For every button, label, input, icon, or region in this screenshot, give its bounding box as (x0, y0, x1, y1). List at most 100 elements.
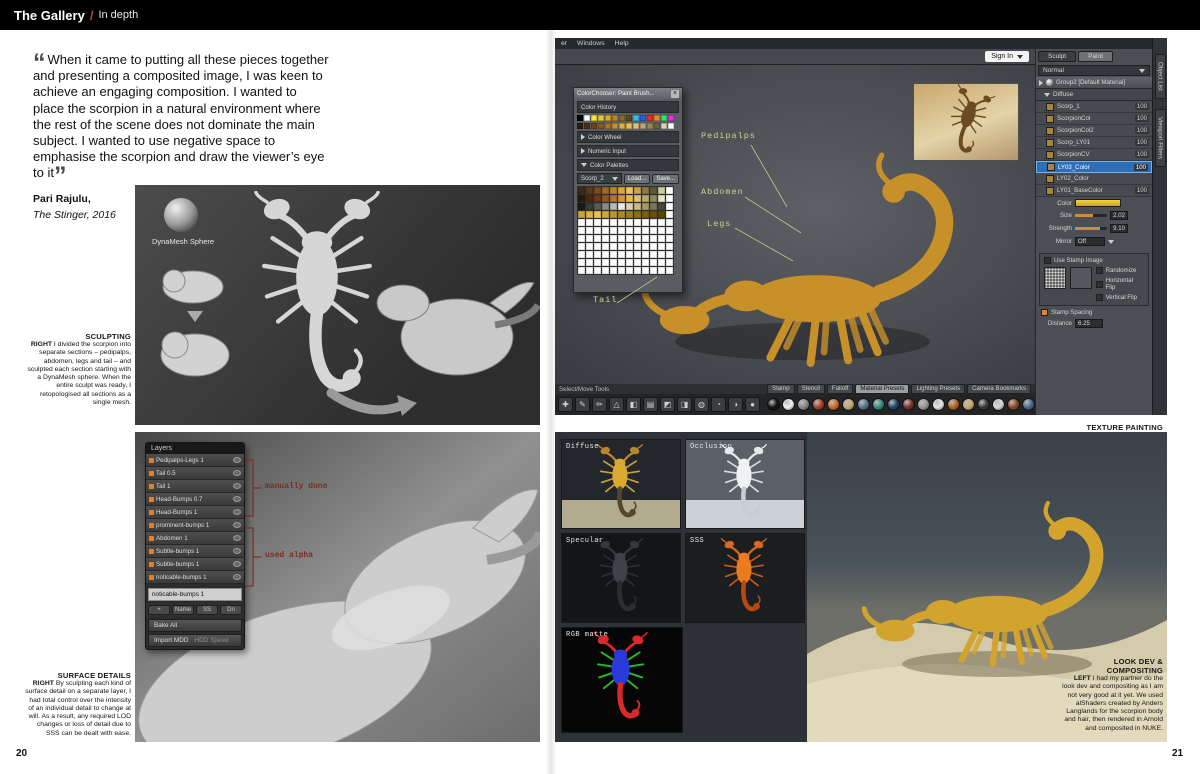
palette-swatch[interactable] (642, 203, 649, 210)
history-swatch[interactable] (577, 123, 583, 129)
history-swatch[interactable] (647, 123, 653, 129)
palette-swatch[interactable] (658, 211, 665, 218)
palette-swatch[interactable] (586, 243, 593, 250)
stamp-image-slot[interactable] (1069, 267, 1092, 289)
history-swatch[interactable] (654, 115, 660, 121)
palette-swatch[interactable] (578, 187, 585, 194)
palette-swatch[interactable] (650, 243, 657, 250)
visibility-eye-icon[interactable] (233, 483, 241, 489)
brush-color-swatch[interactable] (1075, 199, 1121, 207)
palette-swatch[interactable] (578, 243, 585, 250)
paint-layer-row[interactable]: ScorpionCol 100 (1036, 113, 1152, 125)
visibility-eye-icon[interactable] (233, 561, 241, 567)
palette-swatch[interactable] (658, 219, 665, 226)
history-swatch[interactable] (584, 123, 590, 129)
palette-swatch[interactable] (634, 251, 641, 258)
palette-swatch[interactable] (586, 211, 593, 218)
paint-layer-row[interactable]: LY02_Color (1036, 173, 1152, 185)
palette-swatch[interactable] (610, 243, 617, 250)
palette-swatch[interactable] (666, 267, 673, 274)
history-swatch[interactable] (612, 123, 618, 129)
palette-swatch[interactable] (610, 267, 617, 274)
history-swatch[interactable] (619, 115, 625, 121)
palette-swatch[interactable] (618, 227, 625, 234)
fill-tool-icon[interactable]: ◧ (626, 397, 641, 412)
visibility-eye-icon[interactable] (233, 470, 241, 476)
history-swatch[interactable] (612, 115, 618, 121)
palette-swatch[interactable] (626, 195, 633, 202)
palette-swatch[interactable] (594, 267, 601, 274)
palette-swatch[interactable] (602, 259, 609, 266)
palette-swatch[interactable] (578, 227, 585, 234)
palette-swatch[interactable] (618, 187, 625, 194)
palette-swatch[interactable] (594, 243, 601, 250)
palette-swatch[interactable] (618, 267, 625, 274)
palette-swatch[interactable] (634, 267, 641, 274)
history-swatch[interactable] (598, 115, 604, 121)
palette-swatch[interactable] (578, 195, 585, 202)
history-swatch[interactable] (591, 123, 597, 129)
randomize-checkbox[interactable] (1095, 267, 1103, 274)
palette-swatch[interactable] (618, 211, 625, 218)
tab-paint[interactable]: Paint (1078, 51, 1113, 62)
palette-swatch[interactable] (618, 195, 625, 202)
palette-swatch[interactable] (578, 267, 585, 274)
falloff-dropdown[interactable]: Normal (1038, 65, 1150, 76)
palette-swatch[interactable] (610, 227, 617, 234)
palette-swatch[interactable] (626, 267, 633, 274)
palette-swatch[interactable] (658, 243, 665, 250)
palette-swatch[interactable] (642, 195, 649, 202)
menu-item[interactable]: er (561, 40, 567, 47)
palette-swatch[interactable] (658, 195, 665, 202)
palette-swatch[interactable] (658, 227, 665, 234)
size-slider[interactable] (1075, 214, 1107, 217)
menu-item-windows[interactable]: Windows (577, 40, 605, 47)
palette-swatch[interactable] (602, 219, 609, 226)
palette-swatch[interactable] (618, 203, 625, 210)
palette-swatch[interactable] (642, 227, 649, 234)
palette-swatch[interactable] (586, 251, 593, 258)
palette-swatch[interactable] (586, 187, 593, 194)
palette-swatch[interactable] (602, 243, 609, 250)
palette-swatch[interactable] (650, 251, 657, 258)
sphere-tool-icon[interactable]: ● (745, 397, 760, 412)
palette-swatch[interactable] (634, 203, 641, 210)
tray-tab-lighting-presets[interactable]: Lighting Presets (911, 384, 966, 394)
history-swatch[interactable] (633, 115, 639, 121)
ss-button[interactable]: SS (196, 605, 218, 615)
palette-swatch[interactable] (594, 259, 601, 266)
palette-swatch[interactable] (586, 267, 593, 274)
palette-swatch[interactable] (594, 187, 601, 194)
blur-tool-icon[interactable]: ◍ (694, 397, 709, 412)
visibility-eye-icon[interactable] (233, 548, 241, 554)
layer-row[interactable]: Head-Bumps 0.7 (146, 493, 244, 506)
erase-tool-icon[interactable]: ◨ (677, 397, 692, 412)
palette-swatch[interactable] (650, 211, 657, 218)
tray-tab-stencil[interactable]: Stencil (796, 384, 825, 394)
palette-swatch[interactable] (642, 235, 649, 242)
palette-swatch[interactable] (578, 203, 585, 210)
palette-swatch[interactable] (634, 195, 641, 202)
load-palette-button[interactable]: Load... (623, 173, 651, 184)
history-swatch[interactable] (619, 123, 625, 129)
paint-layer-row[interactable]: Scorp_LY01 100 (1036, 137, 1152, 149)
material-sphere-swatch[interactable] (887, 398, 900, 411)
palette-swatch[interactable] (626, 203, 633, 210)
history-swatch[interactable] (668, 115, 674, 121)
palette-swatch[interactable] (610, 219, 617, 226)
palette-swatch[interactable] (666, 251, 673, 258)
visibility-eye-icon[interactable] (233, 509, 241, 515)
palette-swatch[interactable] (634, 187, 641, 194)
paint-layer-row[interactable]: LY01_BaseColor 100 (1036, 185, 1152, 197)
palette-swatch[interactable] (658, 251, 665, 258)
palette-swatch[interactable] (610, 195, 617, 202)
palette-swatch[interactable] (626, 243, 633, 250)
colorchooser-window[interactable]: ColorChooser: Paint Brush... × Color His… (573, 87, 683, 293)
palette-swatch[interactable] (650, 203, 657, 210)
palette-swatch[interactable] (658, 235, 665, 242)
clone-tool-icon[interactable]: ◩ (660, 397, 675, 412)
tab-sculpt[interactable]: Sculpt (1038, 51, 1077, 62)
palette-swatch[interactable] (666, 219, 673, 226)
palette-swatch[interactable] (602, 235, 609, 242)
bake-all-button[interactable]: Bake All (148, 619, 242, 632)
